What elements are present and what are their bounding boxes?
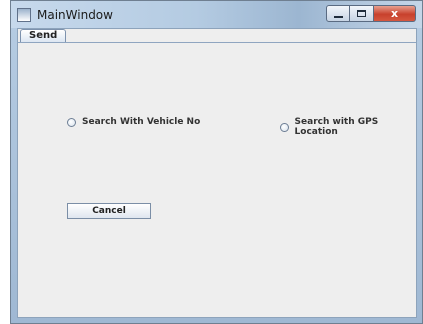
close-button[interactable]: x [374,5,416,22]
window-controls: x [326,5,416,22]
gps-location-label: Search with GPS Location [294,117,379,137]
vehicle-no-radio[interactable] [67,117,76,127]
tab-strip: Send [18,29,416,43]
app-window-icon [17,8,31,22]
window-title: MainWindow [37,8,113,22]
minimize-icon [333,15,343,18]
vehicle-no-label: Search With Vehicle No [82,117,201,127]
maximize-button[interactable] [350,5,374,22]
minimize-button[interactable] [326,5,350,22]
content-pane: Send Search With Vehicle No Search with … [17,28,417,318]
main-window: MainWindow x Send Search With Vehicle No… [10,0,423,324]
close-icon: x [390,7,399,20]
gps-location-radio[interactable] [280,122,289,132]
gps-location-option[interactable]: Search with GPS Location [280,117,416,137]
tab-send[interactable]: Send [20,29,67,42]
vehicle-no-option[interactable]: Search With Vehicle No [67,117,200,127]
title-bar[interactable]: MainWindow x [11,1,422,28]
cancel-button[interactable]: Cancel [67,203,151,219]
maximize-icon [357,10,366,17]
